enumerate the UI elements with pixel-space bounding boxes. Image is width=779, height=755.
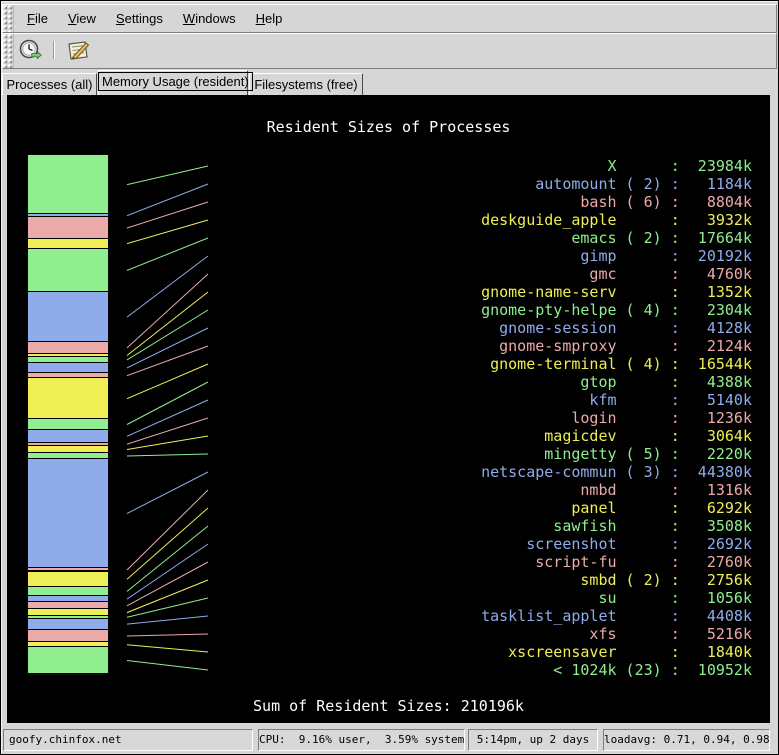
process-row-mingetty: mingetty ( 5) : 2220k [481, 445, 752, 463]
process-row-X: X : 23984k [481, 157, 752, 175]
process-row-gtop: gtop : 4388k [481, 373, 752, 391]
process-row-login: login : 1236k [481, 409, 752, 427]
process-row-gnome-terminal: gnome-terminal ( 4) : 16544k [481, 355, 752, 373]
tab-label: Processes (all) [7, 77, 93, 92]
menu-windows[interactable]: Windows [173, 7, 246, 30]
tab-filesystems-free[interactable]: Filesystems (free) [249, 73, 363, 95]
process-row-panel: panel : 6292k [481, 499, 752, 517]
process-row-bash: bash ( 6) : 8804k [481, 193, 752, 211]
process-row-gnome-smproxy: gnome-smproxy : 2124k [481, 337, 752, 355]
process-row-gmc: gmc : 4760k [481, 265, 752, 283]
process-row-automount: automount ( 2) : 1184k [481, 175, 752, 193]
menu-help[interactable]: Help [246, 7, 293, 30]
menu-bar: FileViewSettingsWindowsHelp [2, 4, 777, 33]
process-row-script-fu: script-fu : 2760k [481, 553, 752, 571]
process-row-kfm: kfm : 5140k [481, 391, 752, 409]
process-row-sawfish: sawfish : 3508k [481, 517, 752, 535]
toolbar [2, 33, 777, 69]
cpu-usage-panel: CPU: 9.16% user, 3.59% system [258, 729, 465, 751]
process-row-smbd: smbd ( 2) : 2756k [481, 571, 752, 589]
process-row-gimp: gimp : 20192k [481, 247, 752, 265]
process-row-xscreensaver: xscreensaver : 1840k [481, 643, 752, 661]
tab-memory-usage-resident[interactable]: Memory Usage (resident) [98, 70, 248, 95]
memory-usage-chart-area: Resident Sizes of Processes X : 23984k a… [7, 95, 770, 723]
process-row-tasklist-applet: tasklist_applet : 4408k [481, 607, 752, 625]
tab-label: Filesystems (free) [254, 77, 357, 92]
process-row-su: su : 1056k [481, 589, 752, 607]
loadavg-panel: loadavg: 0.71, 0.94, 0.98 [603, 729, 770, 751]
clock-timer-icon[interactable] [15, 37, 47, 64]
status-bar: goofy.chinfox.net CPU: 9.16% user, 3.59%… [1, 727, 778, 754]
process-row-deskguide-apple: deskguide_apple : 3932k [481, 211, 752, 229]
notebook-tab-bar: Processes (all)Memory Usage (resident)Fi… [2, 70, 777, 95]
process-row-nmbd: nmbd : 1316k [481, 481, 752, 499]
toolbar-separator [53, 41, 55, 59]
hostname-panel: goofy.chinfox.net [3, 729, 253, 751]
menu-settings[interactable]: Settings [106, 7, 173, 30]
edit-note-icon[interactable] [61, 37, 93, 64]
menu-items: FileViewSettingsWindowsHelp [17, 5, 292, 32]
toolbar-grip-handle[interactable] [3, 34, 14, 68]
process-row-gnome-pty-helpe: gnome-pty-helpe ( 4) : 2304k [481, 301, 752, 319]
process-row-xfs: xfs : 5216k [481, 625, 752, 643]
process-row-emacs: emacs ( 2) : 17664k [481, 229, 752, 247]
tab-label: Memory Usage (resident) [99, 73, 252, 90]
gtop-window: FileViewSettingsWindowsHelp [0, 0, 779, 755]
process-row-netscape-commun: netscape-commun ( 3) : 44380k [481, 463, 752, 481]
process-row-gnome-session: gnome-session : 4128k [481, 319, 752, 337]
menu-file[interactable]: File [17, 7, 58, 30]
tab-processes-all[interactable]: Processes (all) [2, 73, 97, 95]
menubar-grip-handle[interactable] [3, 5, 14, 32]
process-row-gnome-name-serv: gnome-name-serv : 1352k [481, 283, 752, 301]
time-uptime-panel: 5:14pm, up 2 days [468, 729, 598, 751]
process-row-screenshot: screenshot : 2692k [481, 535, 752, 553]
process-row--1024k: < 1024k (23) : 10952k [481, 661, 752, 679]
resident-sum-label: Sum of Resident Sizes: 210196k [7, 698, 770, 714]
process-row-magicdev: magicdev : 3064k [481, 427, 752, 445]
menu-view[interactable]: View [58, 7, 106, 30]
